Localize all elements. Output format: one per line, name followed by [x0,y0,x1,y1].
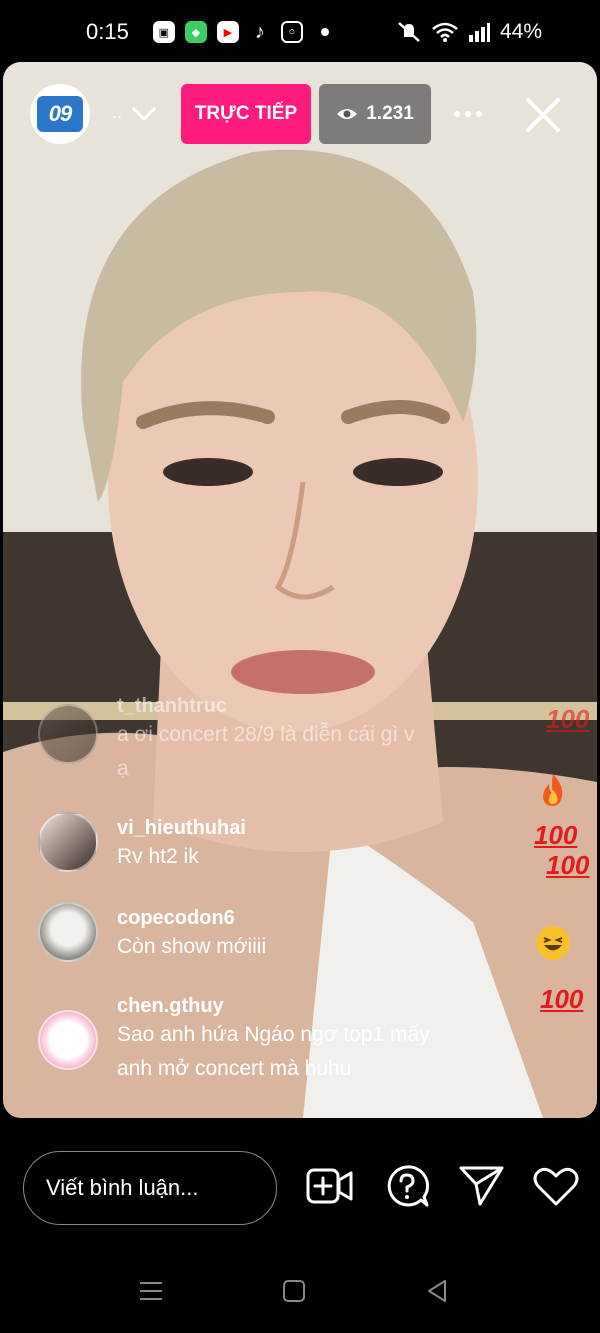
live-badge: TRỰC TIẾP [181,84,311,144]
more-dot [465,111,471,117]
youtube-icon: ▶ [216,21,239,43]
instagram-icon: ○ [280,21,303,43]
hundred-points-icon: 100 [546,704,590,734]
signal-icon [468,23,490,42]
notification-dot-icon [320,28,329,36]
mute-icon [398,22,420,42]
live-header: 09 .. TRỰC TIẾP 1.231 [0,84,600,146]
hundred-points-icon: 100 [534,820,578,850]
more-options-button[interactable] [448,100,488,128]
lock-app-icon: ▣ [152,21,175,43]
bottom-action-bar: Viết bình luận... [0,1118,600,1248]
eye-icon [337,109,358,119]
host-avatar-logo: 09 [37,96,83,132]
video-frame [3,62,597,1118]
status-time: 0:15 [86,19,129,44]
battery-percent: 44% [499,20,542,43]
status-app-icons: ▣ ◆ ▶ ♪ ○ [152,20,329,43]
wifi-icon [432,22,458,42]
comment-input-placeholder: Viết bình luận... [46,1175,199,1200]
hundred-points-icon: 100 [540,984,584,1014]
home-icon[interactable] [281,1278,307,1304]
close-icon[interactable] [522,94,564,136]
tiktok-icon: ♪ [254,20,265,43]
fire-icon [543,774,563,806]
hundred-points-icon: 100 [546,850,590,880]
laughing-face-icon [536,926,570,960]
system-navigation-bar [0,1248,600,1333]
more-dot [476,111,482,117]
host-avatar[interactable]: 09 [30,84,90,144]
host-name[interactable]: .. [112,102,122,123]
chevron-down-icon[interactable] [130,100,158,128]
status-system-icons: 44% [396,20,542,44]
viewer-count-badge[interactable]: 1.231 [319,84,431,144]
comment-input[interactable]: Viết bình luận... [23,1151,277,1225]
back-icon[interactable] [424,1278,450,1304]
viewer-count: 1.231 [366,103,414,124]
heart-icon[interactable] [532,1164,580,1208]
share-send-icon[interactable] [458,1164,506,1208]
recent-apps-icon[interactable] [138,1278,164,1304]
live-video[interactable] [3,62,597,1118]
add-video-guest-icon[interactable] [306,1164,354,1208]
app-icon: ◆ [184,21,207,43]
more-dot [454,111,460,117]
status-bar: 0:15 ▣ ◆ ▶ ♪ ○ 44% [0,0,600,64]
question-icon[interactable] [383,1164,431,1208]
